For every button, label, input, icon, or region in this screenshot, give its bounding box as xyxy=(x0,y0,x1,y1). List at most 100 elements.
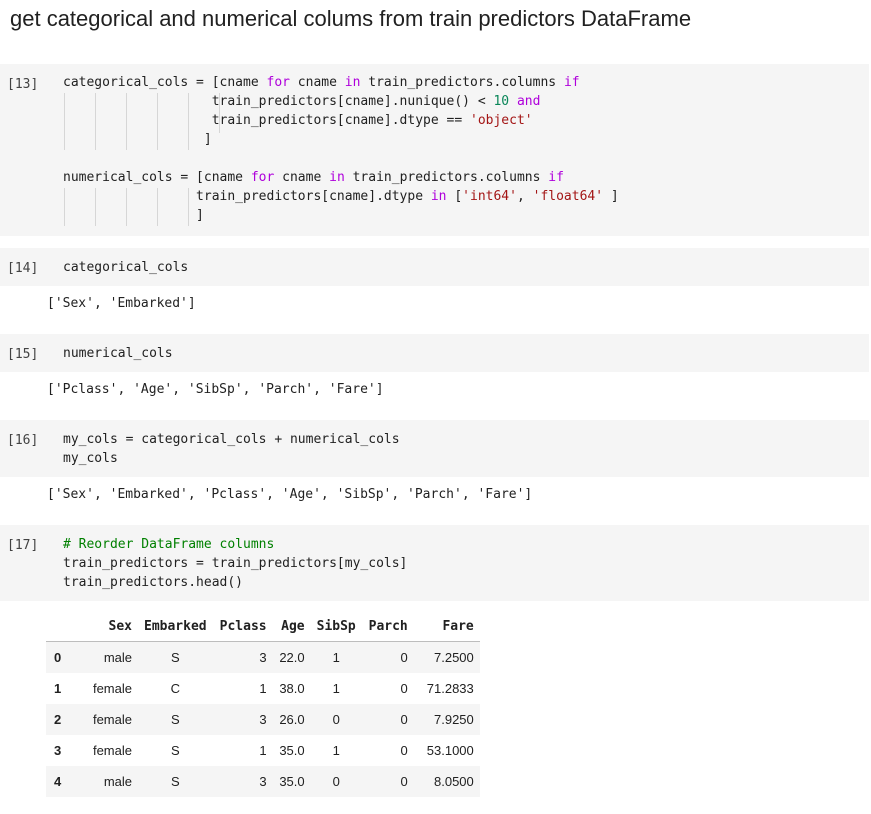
execution-count-13: [13] xyxy=(7,77,39,92)
table-cell: 22.0 xyxy=(279,650,305,665)
table-header-cell: Sex xyxy=(76,612,138,642)
row-index: 1 xyxy=(54,681,62,696)
table-row: 3 female S 1 35.0 1 0 53.1000 xyxy=(46,735,480,766)
code-token: my_cols = categorical_cols + numerical_c… xyxy=(63,432,400,447)
table-cell: 26.0 xyxy=(279,712,305,727)
dataframe-output: Sex Embarked Pclass Age SibSp Parch Fare… xyxy=(46,612,480,797)
table-row: 0 male S 3 22.0 1 0 7.2500 xyxy=(46,641,480,673)
table-cell: 0 xyxy=(400,712,408,727)
table-cell: 8.0500 xyxy=(434,774,474,789)
table-header-cell: Embarked xyxy=(138,612,213,642)
code-token: [ xyxy=(446,189,463,204)
table-header-row: Sex Embarked Pclass Age SibSp Parch Fare xyxy=(46,612,480,642)
table-cell: 7.2500 xyxy=(434,650,474,665)
code-editor-16[interactable]: my_cols = categorical_cols + numerical_c… xyxy=(63,430,400,468)
execution-count-14: [14] xyxy=(7,261,39,276)
output-14: ['Sex', 'Embarked'] xyxy=(47,296,196,311)
row-index: 2 xyxy=(54,712,62,727)
code-token: numerical_cols xyxy=(63,346,173,361)
table-cell: 1 xyxy=(332,681,340,696)
table-cell: S xyxy=(170,650,180,665)
execution-count-16: [16] xyxy=(7,433,39,448)
code-line: categorical_cols = [cname for cname in t… xyxy=(63,73,619,92)
code-token: if xyxy=(563,75,580,90)
section-heading: get categorical and numerical colums fro… xyxy=(10,6,692,31)
table-cell: 0 xyxy=(332,712,340,727)
table-cell: 38.0 xyxy=(279,681,305,696)
code-editor-14[interactable]: categorical_cols xyxy=(63,258,188,277)
table-cell: 35.0 xyxy=(279,743,305,758)
code-token: train_predictors.columns xyxy=(344,170,549,185)
output-16: ['Sex', 'Embarked', 'Pclass', 'Age', 'Si… xyxy=(47,487,533,502)
row-index: 3 xyxy=(54,743,62,758)
table-cell: 3 xyxy=(259,712,267,727)
execution-count-17: [17] xyxy=(7,538,39,553)
code-token: categorical_cols = [cname xyxy=(63,75,267,90)
code-line: train_predictors[cname].nunique() < 10 a… xyxy=(63,92,619,111)
code-line: train_predictors = train_predictors[my_c… xyxy=(63,554,407,573)
table-header-cell: Age xyxy=(272,612,311,642)
code-line: my_cols xyxy=(63,449,400,468)
code-token: train_predictors.head() xyxy=(63,575,244,590)
table-cell: 0 xyxy=(400,774,408,789)
code-token: 'object' xyxy=(470,113,533,128)
table-cell: 0 xyxy=(400,743,408,758)
code-token: if xyxy=(548,170,564,185)
code-line: ] xyxy=(63,130,619,149)
table-cell: S xyxy=(170,774,180,789)
table-cell: 1 xyxy=(332,743,340,758)
code-token: train_predictors[cname].dtype xyxy=(63,189,431,204)
code-line: numerical_cols = [cname for cname in tra… xyxy=(63,168,619,187)
table-cell: 3 xyxy=(259,774,267,789)
code-editor-13[interactable]: categorical_cols = [cname for cname in t… xyxy=(63,73,619,225)
code-token: categorical_cols xyxy=(63,260,189,275)
code-line: ] xyxy=(63,206,619,225)
code-token: numerical_cols = [cname xyxy=(63,170,251,185)
code-token: ] xyxy=(63,208,204,223)
table-cell: female xyxy=(92,681,132,696)
code-line: train_predictors[cname].dtype == 'object… xyxy=(63,111,619,130)
table-cell: 0 xyxy=(400,681,408,696)
row-index: 0 xyxy=(54,650,62,665)
code-token: for xyxy=(266,75,290,90)
code-token: in xyxy=(329,170,345,185)
execution-count-15: [15] xyxy=(7,347,39,362)
code-token: , xyxy=(516,189,533,204)
table-header-cell: Parch xyxy=(361,612,414,642)
table-cell: C xyxy=(170,681,180,696)
table-cell: 0 xyxy=(400,650,408,665)
table-cell: female xyxy=(92,743,132,758)
code-line: train_predictors[cname].dtype in ['int64… xyxy=(63,187,619,206)
code-line: train_predictors.head() xyxy=(63,573,407,592)
code-editor-15[interactable]: numerical_cols xyxy=(63,344,173,363)
table-cell: 1 xyxy=(332,650,340,665)
table-cell: 53.1000 xyxy=(426,743,474,758)
table-cell: 1 xyxy=(259,681,267,696)
code-line: # Reorder DataFrame columns xyxy=(63,535,407,554)
table-row: 4 male S 3 35.0 0 0 8.0500 xyxy=(46,766,480,797)
code-token: train_predictors[cname].dtype == xyxy=(63,113,470,128)
table-cell: female xyxy=(92,712,132,727)
code-token: ] xyxy=(63,132,212,147)
table-cell: 3 xyxy=(259,650,267,665)
output-15: ['Pclass', 'Age', 'SibSp', 'Parch', 'Far… xyxy=(47,382,384,397)
table-row: 2 female S 3 26.0 0 0 7.9250 xyxy=(46,704,480,735)
table-header-cell: Fare xyxy=(413,612,480,642)
row-index: 4 xyxy=(54,774,62,789)
table-row: 1 female C 1 38.0 1 0 71.2833 xyxy=(46,673,480,704)
code-editor-17[interactable]: # Reorder DataFrame columns train_predict… xyxy=(63,535,407,592)
code-token: for xyxy=(250,170,275,185)
code-token: train_predictors.columns xyxy=(360,75,564,90)
code-line: categorical_cols xyxy=(63,258,188,277)
code-line: my_cols = categorical_cols + numerical_c… xyxy=(63,430,400,449)
code-token: cname xyxy=(274,170,330,185)
table-header-cell xyxy=(46,612,76,642)
code-token: ] xyxy=(603,189,619,204)
table-header-cell: Pclass xyxy=(212,612,273,642)
table-cell: S xyxy=(170,743,180,758)
code-token: cname xyxy=(289,75,345,90)
table-cell: male xyxy=(103,650,132,665)
table-cell: 71.2833 xyxy=(426,681,474,696)
